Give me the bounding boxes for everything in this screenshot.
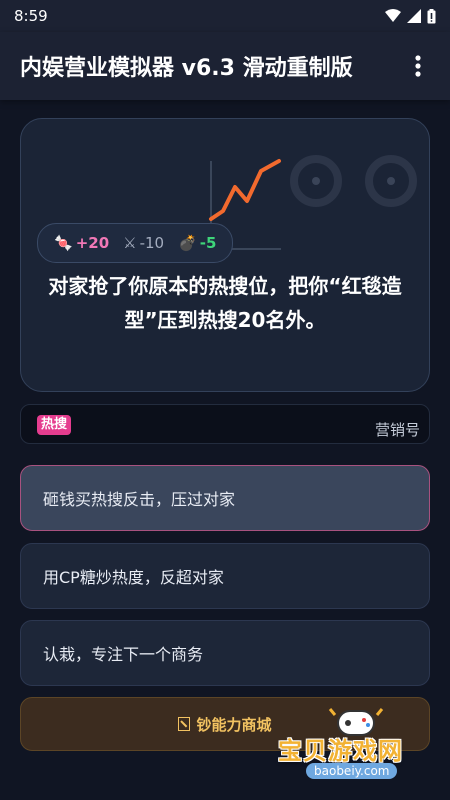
more-menu-button[interactable] — [406, 46, 430, 86]
event-card: 🍬 +20 ⚔ -10 💣 -5 对家抢了你原本的热搜位，把你“红毯造型”压到热… — [20, 118, 430, 392]
battery-icon — [427, 8, 436, 23]
shop-label: 钞能力商城 — [196, 715, 272, 734]
candy-icon: 🍬 — [54, 234, 73, 252]
option-cp-hype[interactable]: 用CP糖炒热度，反超对家 — [20, 543, 430, 609]
watermark: 宝贝游戏网 baobeiy.com — [278, 705, 438, 783]
option-label: 砸钱买热搜反击，压过对家 — [43, 490, 236, 509]
bomb-icon: 💣 — [178, 234, 197, 252]
candy-stat: 🍬 +20 — [54, 234, 110, 252]
ticker-text: 营销号 — [375, 421, 421, 439]
bomb-stat: 💣 -5 — [178, 234, 217, 252]
sword-stat: ⚔ -10 — [123, 234, 165, 252]
wifi-icon — [385, 9, 401, 22]
option-buy-hot-search[interactable]: 砸钱买热搜反击，压过对家 — [20, 465, 430, 531]
signal-icon — [407, 9, 421, 23]
status-bar: 8:59 — [0, 0, 450, 32]
status-time: 8:59 — [14, 7, 48, 25]
app-title: 内娱营业模拟器 v6.3 滑动重制版 — [20, 56, 353, 81]
hot-search-badge: 热搜 — [37, 415, 72, 435]
event-description: 对家抢了你原本的热搜位，把你“红毯造型”压到热搜20名外。 — [48, 274, 402, 332]
option-give-up[interactable]: 认栽，专注下一个商务 — [20, 620, 430, 686]
hot-search-ticker: 热搜 营销号 — [20, 404, 430, 444]
more-vert-icon — [415, 55, 421, 77]
app-bar: 内娱营业模拟器 v6.3 滑动重制版 — [0, 32, 450, 100]
option-label: 认栽，专注下一个商务 — [43, 645, 204, 664]
option-label: 用CP糖炒热度，反超对家 — [43, 568, 224, 587]
status-icons — [385, 8, 436, 24]
crossed-swords-icon: ⚔ — [123, 234, 137, 252]
gift-box-icon — [178, 717, 191, 731]
stats-pill: 🍬 +20 ⚔ -10 💣 -5 — [37, 223, 234, 263]
watermark-title: 宝贝游戏网 — [278, 737, 403, 765]
watermark-url: baobeiy.com — [306, 763, 398, 779]
